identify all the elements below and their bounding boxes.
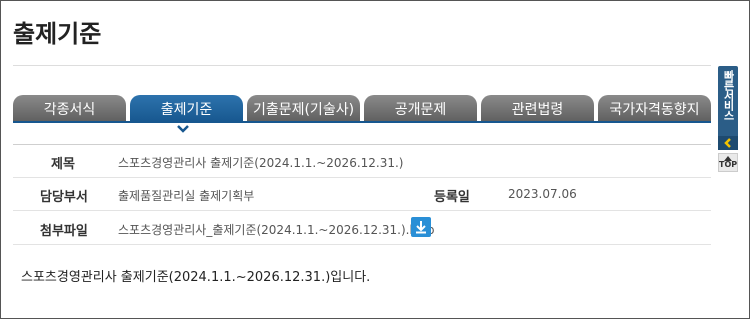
top-label: TOP (719, 160, 738, 169)
date-value: 2023.07.06 (508, 187, 577, 201)
tab-public-questions[interactable]: 공개문제 (364, 95, 477, 122)
tab-underline (13, 121, 711, 123)
page-title: 출제기준 (13, 20, 102, 48)
subject-label: 제목 (51, 157, 75, 172)
dept-value: 출제품질관리실 출제기획부 (118, 189, 255, 203)
tab-forms[interactable]: 각종서식 (13, 95, 126, 122)
tab-bar: 각종서식 출제기준 기출문제(기술사) 공개문제 관련법령 국가자격동향지 (13, 95, 713, 122)
file-label: 첨부파일 (40, 224, 88, 239)
tab-past-exams[interactable]: 기출문제(기술사) (247, 95, 360, 122)
collapse-button[interactable] (718, 136, 738, 150)
tab-related-laws[interactable]: 관련법령 (481, 95, 594, 122)
row-divider (13, 210, 711, 211)
subject-value: 스포츠경영관리사 출제기준(2024.1.1.~2026.12.31.) (118, 156, 404, 170)
date-label: 등록일 (434, 190, 470, 205)
download-icon (416, 221, 426, 234)
dept-label: 담당부서 (40, 190, 88, 205)
title-divider (13, 65, 711, 66)
post-body: 스포츠경영관리사 출제기준(2024.1.1.~2026.12.31.)입니다. (21, 270, 371, 285)
chevron-down-icon (177, 125, 189, 133)
attachment-link[interactable]: 스포츠경영관리사_출제기준(2024.1.1.~2026.12.31.).hwp (118, 221, 435, 238)
quick-service-label: 빠른서비스 (722, 70, 735, 120)
top-button[interactable]: TOP (718, 153, 738, 172)
row-divider (13, 244, 711, 245)
row-divider (13, 177, 711, 178)
chevron-left-icon (724, 138, 731, 148)
tab-qualification-trends[interactable]: 국가자격동향지 (598, 95, 711, 122)
download-button[interactable] (411, 217, 431, 237)
info-top-rule (13, 144, 711, 145)
tab-exam-criteria[interactable]: 출제기준 (130, 95, 243, 122)
